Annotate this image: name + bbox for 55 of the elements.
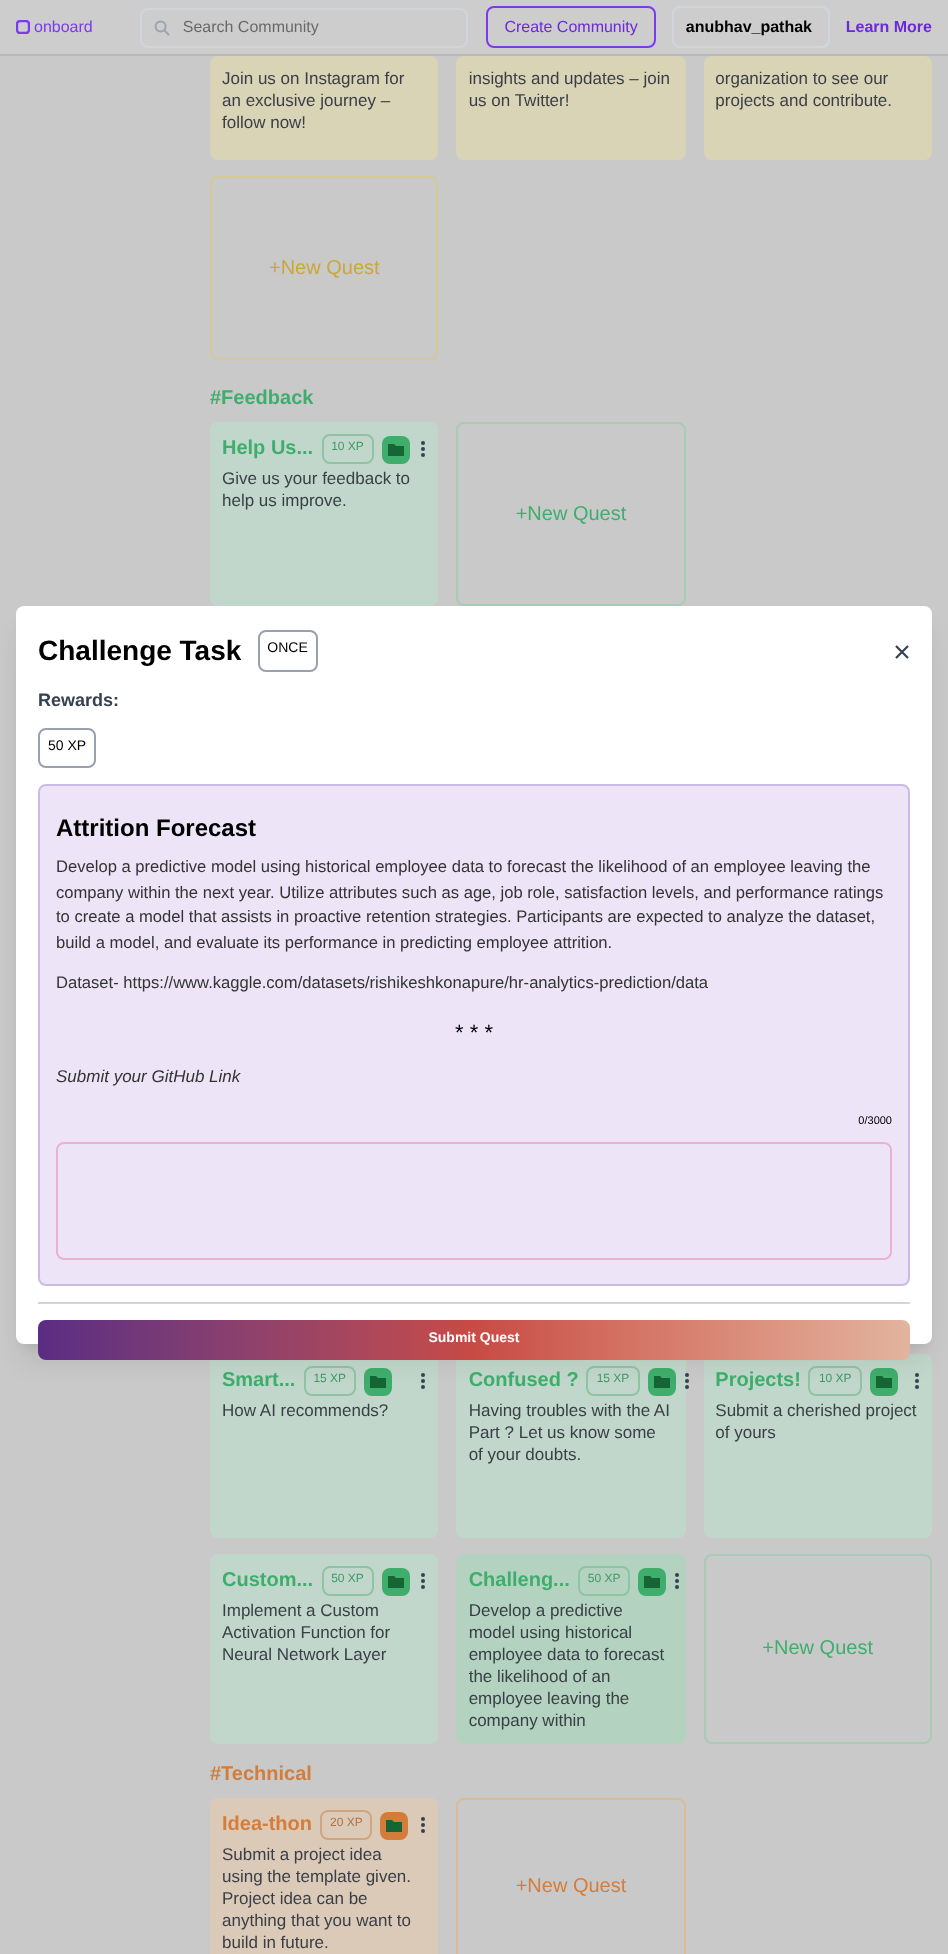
search-icon	[154, 19, 171, 35]
quest-title: Projects!	[715, 1368, 801, 1396]
more-icon[interactable]	[420, 1572, 427, 1590]
search-field[interactable]: Search Community	[140, 7, 469, 47]
more-icon[interactable]	[914, 1372, 920, 1390]
section-heading: #Technical	[210, 1762, 314, 1790]
dialog-title: Challenge Task	[38, 632, 242, 670]
quest-title: Custom...	[222, 1568, 314, 1596]
new-quest-label: +New Quest	[269, 255, 380, 283]
section-heading: #Feedback	[210, 386, 316, 414]
logo[interactable]: onboard	[16, 15, 93, 39]
task-title: Attrition Forecast	[56, 812, 259, 846]
separator-stars: * * *	[453, 1020, 495, 1051]
quest-description: organization to see our projects and contribute.	[715, 68, 895, 112]
dataset-text: Dataset- https://www.kaggle.com/datasets/rishikeshkonapure/hr-analytics-prediction/data	[56, 970, 711, 995]
quest-title: Challeng...	[468, 1568, 570, 1596]
quest-description: Implement a Custom Activation Function for Neural Network Layer	[222, 1600, 393, 1666]
quest-description: Submit a project idea using the template given. Project idea can be anything that you want to build in future.	[222, 1844, 414, 1954]
quest-title: Idea-thon	[222, 1812, 312, 1840]
quest-card[interactable]: organization to see our projects and contribute.	[703, 56, 932, 160]
new-quest-label: +New Quest	[762, 1636, 873, 1664]
prompt-text: Submit your GitHub Link	[56, 1063, 243, 1090]
more-icon[interactable]	[420, 440, 427, 458]
logo-icon	[16, 20, 30, 34]
folder-icon[interactable]	[380, 1811, 409, 1839]
create-community-button[interactable]: Create Community	[486, 6, 656, 48]
more-icon[interactable]	[683, 1372, 690, 1390]
quest-description: Submit a cherished project of yours	[715, 1400, 919, 1444]
new-quest-label: +New Quest	[515, 1873, 627, 1901]
folder-icon[interactable]	[647, 1367, 676, 1395]
quest-title: Help Us...	[222, 436, 314, 464]
quest-description: Give us your feedback to help us improve.	[222, 468, 413, 512]
folder-icon[interactable]	[364, 1367, 393, 1395]
close-icon[interactable]	[894, 643, 910, 659]
quest-description: insights and updates – join us on Twitter!	[468, 68, 672, 112]
folder-icon[interactable]	[638, 1567, 667, 1595]
quest-title: Confused ?	[468, 1368, 579, 1396]
more-icon[interactable]	[420, 1816, 427, 1834]
quest-description: How AI recommends?	[222, 1400, 391, 1422]
user-menu-button[interactable]: anubhav_pathak	[671, 6, 830, 48]
more-icon[interactable]	[674, 1572, 681, 1590]
rewards-label: Rewards:	[38, 688, 122, 714]
quest-title: Smart...	[222, 1368, 296, 1396]
more-icon[interactable]	[420, 1372, 427, 1390]
quest-card[interactable]: Join us on Instagram for an exclusive journey – follow now!	[210, 56, 439, 160]
quest-description: Join us on Instagram for an exclusive journey – follow now!	[222, 68, 407, 134]
quest-description: Develop a predictive model using historical employee data to forecast the likelihood of an employee leaving the company within	[468, 1600, 667, 1732]
new-quest-label: +New Quest	[515, 501, 627, 529]
folder-icon[interactable]	[869, 1367, 898, 1395]
quest-description: Having troubles with the AI Part ? Let us know some of your doubts.	[468, 1400, 672, 1466]
folder-icon[interactable]	[381, 1567, 410, 1595]
learn-more-link[interactable]: Learn More	[845, 15, 932, 39]
quest-card[interactable]: insights and updates – join us on Twitter!	[456, 56, 686, 160]
task-description: Develop a predictive model using historical employee data to forecast the likelihood of an employee leaving the company within the next year. Utilize attributes such as age, job role, satisfaction levels, and performance ratings to create a model that assists in proactive retention strategies. Participants are expected to analyze the dataset, build a model, and evaluate its performance in predicting employee attrition.	[56, 854, 886, 954]
folder-icon[interactable]	[381, 435, 410, 463]
